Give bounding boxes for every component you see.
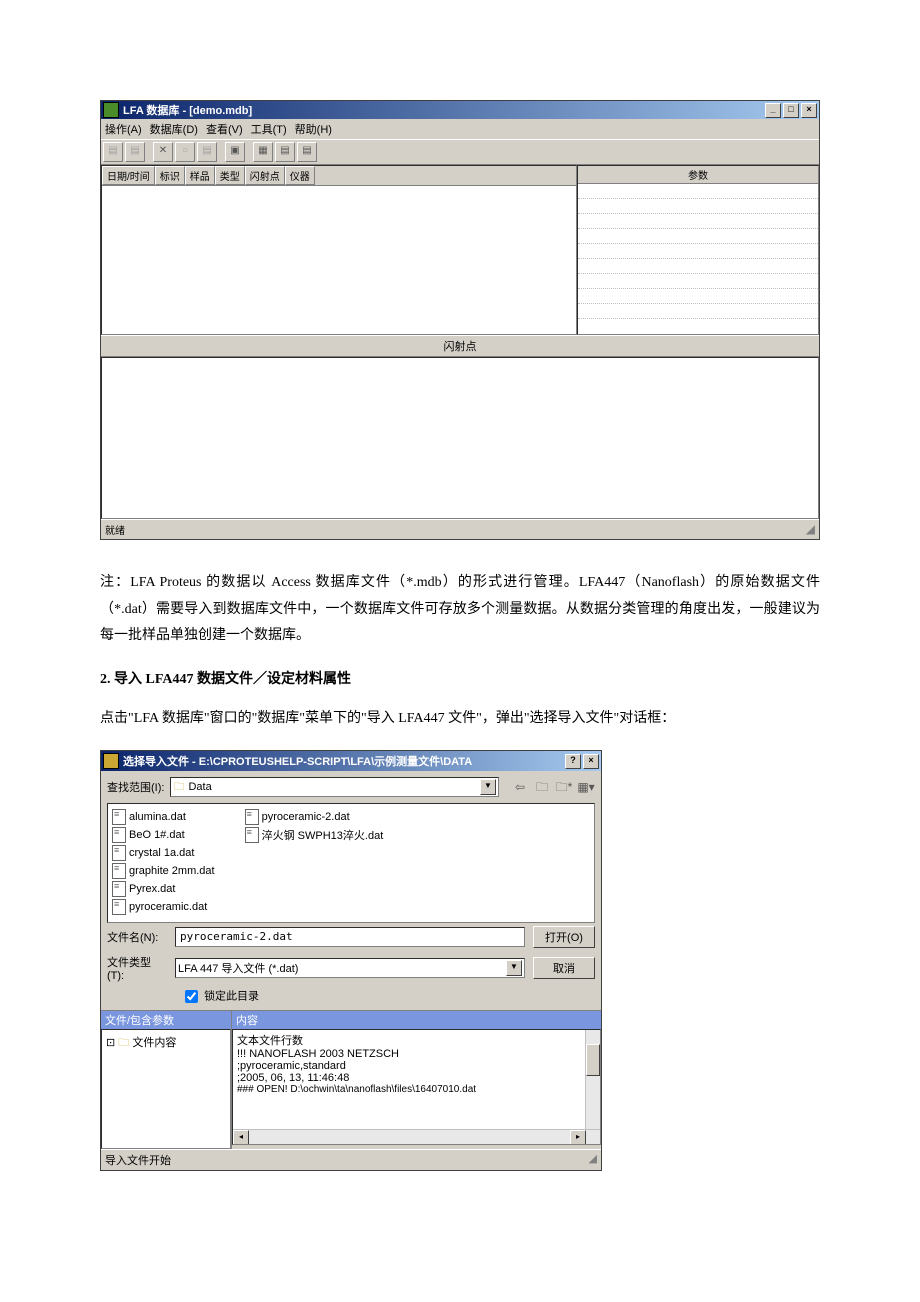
section-heading-2: 2. 导入 LFA447 数据文件／设定材料属性 (100, 668, 820, 688)
file-item[interactable]: 淬火钢 SWPH13淬火.dat (245, 826, 384, 844)
nav-back-icon[interactable]: ⇦ (511, 778, 529, 796)
col-instrument[interactable]: 仪器 (285, 166, 315, 185)
file-item[interactable]: pyroceramic-2.dat (245, 808, 384, 826)
left-panel-header: 文件/包含参数 (101, 1011, 231, 1029)
file-item[interactable]: graphite 2mm.dat (112, 862, 215, 880)
lookin-value: Data (188, 781, 211, 793)
nav-up-icon[interactable]: 🗀 (533, 778, 551, 796)
filename-input[interactable]: pyroceramic-2.dat (175, 927, 525, 947)
file-tree[interactable]: ⊡ 🗀 文件内容 (101, 1029, 231, 1149)
file-icon (112, 845, 126, 861)
col-id[interactable]: 标识 (155, 166, 185, 185)
menu-database[interactable]: 数据库(D) (150, 121, 198, 137)
file-item[interactable]: BeO 1#.dat (112, 826, 215, 844)
close-button[interactable]: × (801, 103, 817, 118)
folder-icon: 🗀 (173, 778, 184, 797)
scroll-left-icon[interactable]: ◂ (233, 1130, 249, 1145)
lock-dir-label: 锁定此目录 (204, 991, 259, 1003)
menu-action[interactable]: 操作(A) (105, 121, 142, 137)
file-item[interactable]: Pyrex.dat (112, 880, 215, 898)
scroll-right-icon[interactable]: ▸ (570, 1130, 586, 1145)
file-icon (112, 827, 126, 843)
menu-tools[interactable]: 工具(T) (251, 121, 287, 137)
resize-grip[interactable]: ◢ (806, 522, 815, 537)
file-icon (245, 809, 259, 825)
menubar: 操作(A) 数据库(D) 查看(V) 工具(T) 帮助(H) (101, 119, 819, 139)
tool-btn-4[interactable]: ○ (175, 142, 195, 162)
file-icon (112, 899, 126, 915)
dlg-title: 选择导入文件 - E:\CPROTEUSHELP-SCRIPT\LFA\示例测量… (123, 753, 565, 769)
titlebar[interactable]: LFA 数据库 - [demo.mdb] _ □ × (101, 101, 819, 119)
horizontal-scrollbar[interactable]: ◂ ▸ (233, 1129, 600, 1144)
tool-btn-2[interactable]: ▤ (125, 142, 145, 162)
app-icon (103, 102, 119, 118)
col-sample[interactable]: 样品 (185, 166, 215, 185)
vertical-scrollbar[interactable] (585, 1030, 600, 1130)
tool-btn-1[interactable]: ▤ (103, 142, 123, 162)
instruction-paragraph: 点击"LFA 数据库"窗口的"数据库"菜单下的"导入 LFA447 文件"，弹出… (100, 706, 820, 733)
params-header: 参数 (578, 166, 818, 184)
filetype-label: 文件类型(T): (107, 954, 167, 982)
menu-help[interactable]: 帮助(H) (295, 121, 332, 137)
file-icon (245, 827, 259, 843)
file-item[interactable]: pyroceramic.dat (112, 898, 215, 916)
lock-dir-checkbox[interactable] (185, 990, 198, 1003)
resize-grip[interactable]: ◢ (589, 1152, 597, 1168)
import-file-dialog: 选择导入文件 - E:\CPROTEUSHELP-SCRIPT\LFA\示例测量… (100, 750, 602, 1171)
dlg-statusbar: 导入文件开始 ◢ (101, 1149, 601, 1170)
lookin-combo[interactable]: 🗀 Data ▼ (170, 777, 499, 797)
nav-viewmenu-icon[interactable]: ▦▾ (577, 778, 595, 796)
file-item[interactable]: alumina.dat (112, 808, 215, 826)
dlg-status-text: 导入文件开始 (105, 1152, 171, 1168)
right-panel-header: 内容 (232, 1011, 601, 1029)
folder-icon: 🗀 (118, 1037, 129, 1049)
folder-open-icon (103, 753, 119, 769)
tool-btn-9[interactable]: ▤ (297, 142, 317, 162)
col-shot[interactable]: 闪射点 (245, 166, 285, 185)
left-list-pane[interactable]: 日期/时间 标识 样品 类型 闪射点 仪器 (101, 165, 577, 335)
file-icon (112, 809, 126, 825)
shot-label: 闪射点 (101, 335, 819, 357)
file-list[interactable]: alumina.dat BeO 1#.dat crystal 1a.dat gr… (107, 803, 595, 923)
lookin-label: 查找范围(I): (107, 779, 164, 795)
help-button[interactable]: ? (565, 754, 581, 769)
window-title: LFA 数据库 - [demo.mdb] (123, 102, 765, 118)
tool-delete[interactable]: ✕ (153, 142, 173, 162)
file-item[interactable]: crystal 1a.dat (112, 844, 215, 862)
tool-btn-7[interactable]: ▦ (253, 142, 273, 162)
col-type[interactable]: 类型 (215, 166, 245, 185)
status-text: 就绪 (105, 522, 125, 537)
toolbar: ▤ ▤ ✕ ○ ▤ ▣ ▦ ▤ ▤ (101, 139, 819, 165)
open-button[interactable]: 打开(O) (533, 926, 595, 948)
statusbar: 就绪 ◢ (101, 519, 819, 539)
lfa-db-window: LFA 数据库 - [demo.mdb] _ □ × 操作(A) 数据库(D) … (100, 100, 820, 540)
filename-label: 文件名(N): (107, 929, 167, 945)
dlg-close-button[interactable]: × (583, 754, 599, 769)
maximize-button[interactable]: □ (783, 103, 799, 118)
note-paragraph: 注：LFA Proteus 的数据以 Access 数据库文件（*.mdb）的形… (100, 570, 820, 650)
col-datetime[interactable]: 日期/时间 (102, 166, 155, 185)
nav-newfolder-icon[interactable]: 🗀* (555, 778, 573, 796)
params-pane[interactable]: 参数 (577, 165, 819, 335)
tool-btn-6[interactable]: ▣ (225, 142, 245, 162)
cancel-button[interactable]: 取消 (533, 957, 595, 979)
tool-btn-8[interactable]: ▤ (275, 142, 295, 162)
file-icon (112, 881, 126, 897)
detail-pane[interactable] (101, 357, 819, 519)
minimize-button[interactable]: _ (765, 103, 781, 118)
tool-btn-5[interactable]: ▤ (197, 142, 217, 162)
file-icon (112, 863, 126, 879)
chevron-down-icon[interactable]: ▼ (480, 779, 496, 795)
dlg-titlebar[interactable]: 选择导入文件 - E:\CPROTEUSHELP-SCRIPT\LFA\示例测量… (101, 751, 601, 771)
chevron-down-icon[interactable]: ▼ (506, 960, 522, 976)
content-preview[interactable]: 文本文件行数 !!! NANOFLASH 2003 NETZSCH ;pyroc… (232, 1029, 601, 1145)
menu-view[interactable]: 查看(V) (206, 121, 243, 137)
filetype-combo[interactable]: LFA 447 导入文件 (*.dat) ▼ (175, 958, 525, 978)
